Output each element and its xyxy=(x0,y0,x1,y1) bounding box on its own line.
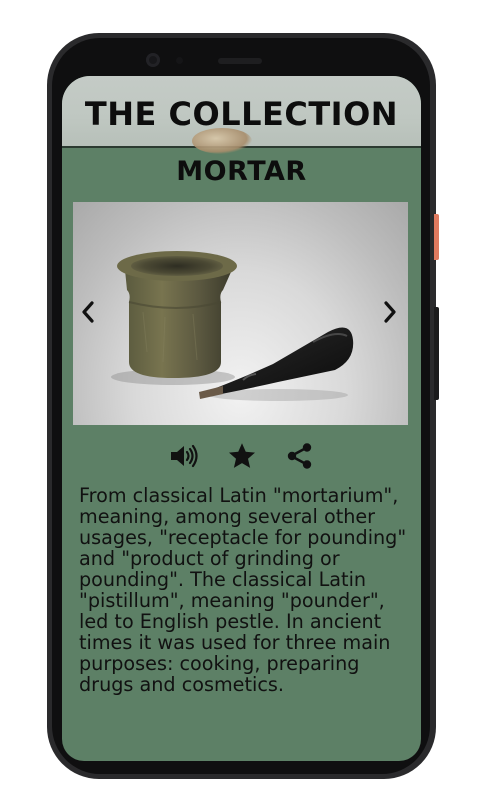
item-actions xyxy=(62,439,421,473)
next-image-button[interactable] xyxy=(376,297,404,327)
device-frame: THE COLLECTION MORTAR From classical Lat… xyxy=(0,0,488,807)
proximity-sensor xyxy=(176,57,183,64)
share-button[interactable] xyxy=(284,440,316,472)
power-button xyxy=(434,214,439,260)
front-camera xyxy=(146,53,160,67)
volume-button xyxy=(434,307,439,400)
chevron-right-icon xyxy=(384,301,396,323)
earpiece-speaker xyxy=(218,58,262,64)
star-icon xyxy=(228,443,255,468)
favorite-button[interactable] xyxy=(226,440,258,472)
page-title: THE COLLECTION xyxy=(84,95,399,133)
app-screen: THE COLLECTION MORTAR From classical Lat… xyxy=(62,76,421,761)
item-title: MORTAR xyxy=(176,156,307,187)
previous-image-button[interactable] xyxy=(74,297,102,327)
chevron-left-icon xyxy=(82,301,94,323)
image-carousel[interactable] xyxy=(73,202,408,425)
app-header: THE COLLECTION xyxy=(62,76,421,154)
item-description: From classical Latin "mortarium", meanin… xyxy=(79,484,407,696)
item-image xyxy=(111,251,354,401)
play-audio-button[interactable] xyxy=(168,440,200,472)
share-icon xyxy=(287,443,311,469)
speaker-icon xyxy=(170,444,198,468)
